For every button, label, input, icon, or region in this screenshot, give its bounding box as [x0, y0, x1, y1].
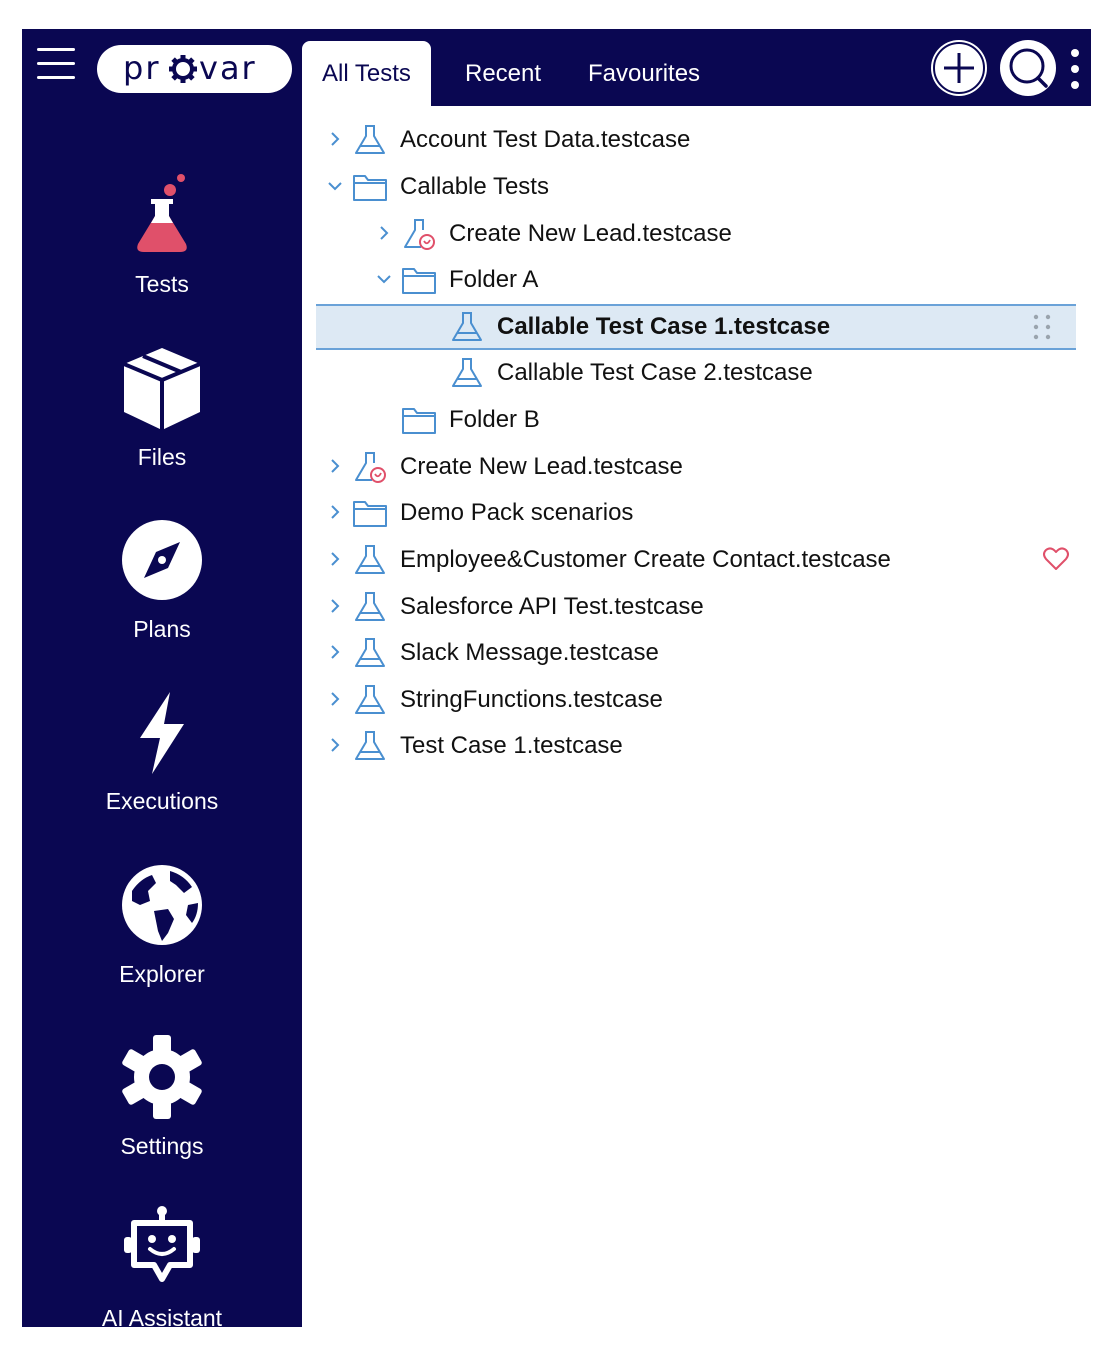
flask-icon [355, 592, 385, 621]
sidebar-item-label: Files [137, 444, 187, 470]
tree-row[interactable]: Callable Test Case 2.testcase [316, 350, 1076, 396]
tree-row-label: Folder A [449, 266, 539, 293]
callable-testcase-icon [355, 452, 386, 483]
tree-row-label: Create New Lead.testcase [449, 220, 732, 247]
sidebar-item-explorer[interactable]: Explorer [22, 861, 302, 1011]
tab-favourites[interactable]: Favourites [588, 41, 700, 106]
tree-row[interactable]: Create New Lead.testcase [316, 211, 1076, 257]
drag-handle-icon[interactable] [1030, 312, 1054, 342]
tree-row[interactable]: StringFunctions.testcase [316, 677, 1076, 723]
tree-row-label: Demo Pack scenarios [400, 499, 634, 526]
gear-icon [122, 1035, 202, 1119]
favourite-heart-icon[interactable] [1042, 546, 1070, 572]
top-bar: pr var All Tests Recent Favourites [22, 29, 1091, 106]
provar-logo-wordmark: pr var [123, 49, 257, 87]
tree-row[interactable]: Account Test Data.testcase [316, 117, 1076, 163]
tree-row-label: Create New Lead.testcase [400, 453, 683, 480]
chevron-down-icon[interactable] [326, 177, 344, 195]
tree-row-selected[interactable]: Callable Test Case 1.testcase [316, 304, 1076, 350]
sidebar-item-label: AI Assistant [101, 1305, 223, 1331]
box-icon [123, 348, 201, 430]
flask-icon [355, 685, 385, 714]
globe-icon [122, 865, 202, 945]
menu-icon[interactable] [36, 44, 76, 84]
compass-icon [122, 520, 202, 600]
sidebar-item-label: Executions [105, 788, 219, 814]
folder-icon [402, 408, 436, 434]
tree-row[interactable]: Folder A [316, 257, 1076, 303]
tree-row[interactable]: Salesforce API Test.testcase [316, 584, 1076, 630]
sidebar-item-tests[interactable]: Tests [22, 166, 302, 316]
chevron-right-icon[interactable] [326, 503, 344, 521]
chevron-right-icon[interactable] [326, 457, 344, 475]
tab-recent[interactable]: Recent [465, 41, 541, 106]
search-icon [1009, 48, 1048, 88]
add-button[interactable] [931, 40, 987, 96]
tree-row-label: Salesforce API Test.testcase [400, 593, 704, 620]
tree-row[interactable]: Employee&Customer Create Contact.testcas… [316, 537, 1076, 583]
sidebar-item-settings[interactable]: Settings [22, 1033, 302, 1183]
sidebar-item-plans[interactable]: Plans [22, 516, 302, 666]
chevron-right-icon[interactable] [326, 690, 344, 708]
chevron-right-icon[interactable] [326, 643, 344, 661]
robot-icon [124, 1206, 200, 1282]
sidebar-item-label: Plans [133, 616, 191, 642]
provar-logo[interactable]: pr var [97, 45, 292, 93]
flask-icon [137, 174, 187, 252]
search-button[interactable] [1000, 40, 1056, 96]
tree-row-label: Account Test Data.testcase [400, 126, 691, 153]
sidebar-item-label: Tests [135, 271, 189, 297]
flask-icon [355, 638, 385, 667]
tree-row[interactable]: Create New Lead.testcase [316, 444, 1076, 490]
flask-icon [355, 731, 385, 760]
folder-icon [353, 501, 387, 527]
tab-all-tests[interactable]: All Tests [302, 41, 431, 106]
folder-icon [402, 268, 436, 294]
svg-text:var: var [199, 49, 257, 87]
flask-icon [452, 358, 482, 387]
flask-icon [452, 312, 482, 341]
chevron-right-icon[interactable] [326, 130, 344, 148]
tree-row-label: Callable Tests [400, 173, 549, 200]
chevron-down-icon[interactable] [375, 270, 393, 288]
tree-row[interactable]: Demo Pack scenarios [316, 490, 1076, 536]
tree-row[interactable]: Folder B [316, 397, 1076, 443]
tree-row-label: StringFunctions.testcase [400, 686, 663, 713]
callable-testcase-icon [404, 219, 435, 250]
chevron-right-icon[interactable] [326, 550, 344, 568]
plus-icon [933, 42, 985, 94]
sidebar-item-executions[interactable]: Executions [22, 688, 302, 838]
flask-icon [355, 545, 385, 574]
sidebar-item-label: Explorer [119, 961, 205, 987]
sidebar: Tests Files Plans Executions Explorer Se… [22, 106, 302, 1331]
provar-app: pr var All Tests Recent Favourites Tests… [22, 29, 1091, 1331]
tree-row-label: Employee&Customer Create Contact.testcas… [400, 546, 891, 573]
tree-row-label: Callable Test Case 1.testcase [497, 313, 831, 340]
tree-row-label: Folder B [449, 406, 540, 433]
sidebar-item-ai-assistant[interactable]: AI Assistant [22, 1203, 302, 1353]
sidebar-item-label: Settings [120, 1133, 204, 1159]
chevron-right-icon[interactable] [326, 736, 344, 754]
chevron-right-icon[interactable] [326, 597, 344, 615]
tree-row[interactable]: Test Case 1.testcase [316, 723, 1076, 769]
tree-row-label: Callable Test Case 2.testcase [497, 359, 813, 386]
folder-icon [353, 175, 387, 201]
more-vertical-icon[interactable] [1068, 46, 1082, 92]
tree-row[interactable]: Callable Tests [316, 164, 1076, 210]
chevron-right-icon[interactable] [375, 224, 393, 242]
sidebar-item-files[interactable]: Files [22, 344, 302, 494]
tree-row-label: Slack Message.testcase [400, 639, 659, 666]
tree-row[interactable]: Slack Message.testcase [316, 630, 1076, 676]
flask-icon [355, 125, 385, 154]
svg-text:pr: pr [123, 49, 160, 87]
tree-row-label: Test Case 1.testcase [400, 732, 623, 759]
lightning-icon [140, 692, 184, 774]
